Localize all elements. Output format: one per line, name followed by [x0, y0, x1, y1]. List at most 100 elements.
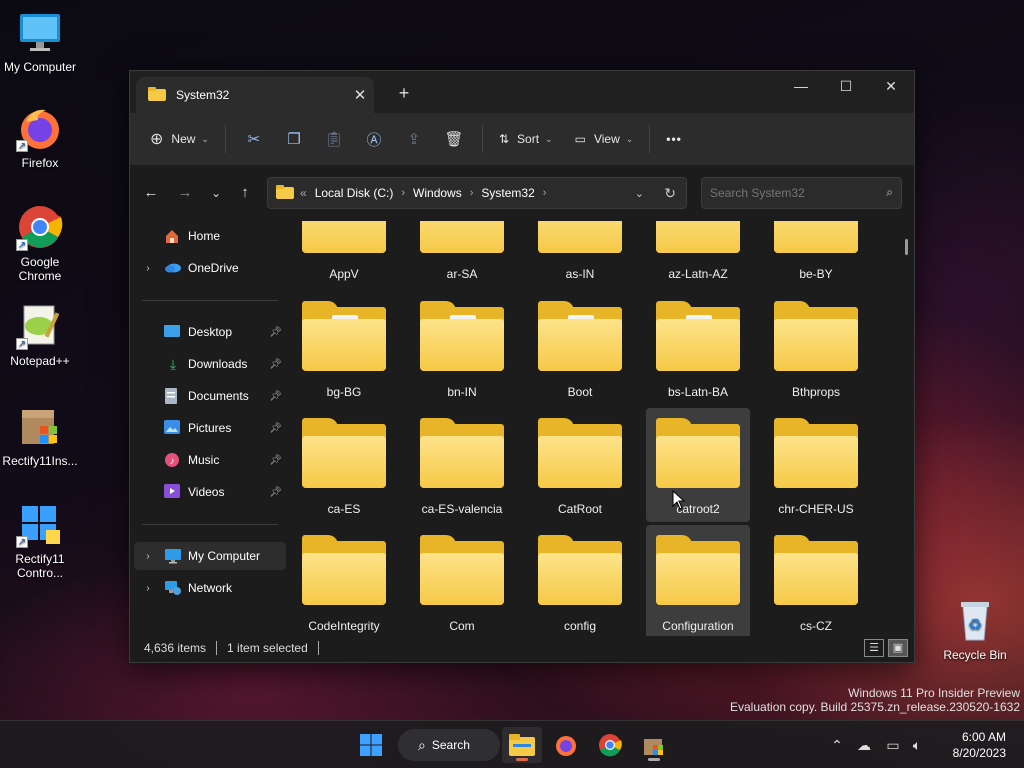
desktop-icon-recycle-bin[interactable]: ♻ Recycle Bin	[935, 596, 1015, 662]
sidebar-item-pictures[interactable]: Pictures 📌︎	[130, 414, 288, 442]
folder-item[interactable]: chr-CHER-US	[764, 408, 868, 522]
breadcrumb-local-disk[interactable]: Local Disk (C:)	[315, 186, 394, 200]
folder-item[interactable]: be-BY	[764, 221, 868, 287]
chevron-down-icon: ⌄	[625, 133, 634, 144]
folder-icon	[276, 184, 294, 202]
sidebar-item-desktop[interactable]: Desktop 📌︎	[130, 318, 288, 346]
pin-icon[interactable]: 📌︎	[269, 423, 282, 434]
folder-item[interactable]: Boot	[528, 291, 632, 405]
folder-item[interactable]: bg-BG	[292, 291, 396, 405]
chevron-up-icon[interactable]: ⌃	[826, 737, 848, 754]
desktop-icon-my-computer[interactable]: My Computer	[0, 8, 80, 74]
view-button[interactable]: ▭ View ⌄	[567, 123, 642, 155]
close-tab-icon[interactable]: ✕	[346, 86, 374, 104]
pin-icon[interactable]: 📌︎	[269, 455, 282, 466]
share-icon[interactable]: ⇪	[394, 123, 434, 155]
folder-item[interactable]: ca-ES-valencia	[410, 408, 514, 522]
taskbar-firefox[interactable]	[546, 727, 586, 763]
desktop-icon-chrome[interactable]: ↗ Google Chrome	[0, 203, 80, 283]
sidebar-item-onedrive[interactable]: › OneDrive	[130, 254, 288, 282]
breadcrumb-windows[interactable]: Windows	[413, 186, 462, 200]
sidebar-item-label: Desktop	[188, 325, 233, 339]
see-more-button[interactable]: •••	[658, 123, 690, 155]
details-view-icon[interactable]: ☰	[864, 639, 884, 657]
folder-item[interactable]: catroot2	[646, 408, 750, 522]
sidebar-item-label: Pictures	[188, 421, 232, 435]
vertical-scrollbar[interactable]	[905, 239, 908, 255]
pin-icon[interactable]: 📌︎	[269, 359, 282, 370]
back-arrow-icon[interactable]: ←	[139, 181, 163, 205]
pin-icon[interactable]: 📌︎	[269, 391, 282, 402]
sidebar-item-downloads[interactable]: ⤓ Downloads 📌︎	[130, 350, 288, 378]
folder-item[interactable]: bs-Latn-BA	[646, 291, 750, 405]
sidebar-item-music[interactable]: ♪ Music 📌︎	[130, 446, 288, 474]
cut-icon[interactable]: ✂	[234, 123, 274, 155]
view-layout-icon: ▭	[574, 132, 586, 146]
sidebar-item-videos[interactable]: Videos 📌︎	[130, 478, 288, 506]
folder-item[interactable]: config	[528, 525, 632, 636]
folder-name: Com	[449, 619, 475, 633]
system-tray: ⌃ ☁︎ ▭ 🔈︎	[826, 721, 928, 768]
sidebar-item-documents[interactable]: Documents 📌︎	[130, 382, 288, 410]
copy-icon[interactable]: ❐	[274, 123, 314, 155]
search-input[interactable]	[710, 186, 870, 200]
pin-icon[interactable]: 📌︎	[269, 487, 282, 498]
large-icons-view-icon[interactable]: ▣	[888, 639, 908, 657]
rename-icon[interactable]: Ⓐ	[354, 123, 394, 155]
folder-item[interactable]: cs-CZ	[764, 525, 868, 636]
desktop-icon-rectify11-installer[interactable]: Rectify11Ins...	[0, 402, 80, 468]
expand-chevron-icon[interactable]: ›	[140, 583, 156, 594]
folder-item[interactable]: CodeIntegrity	[292, 525, 396, 636]
delete-icon[interactable]: 🗑︎	[434, 123, 474, 155]
minimize-button[interactable]: —	[778, 71, 824, 103]
folder-icon	[538, 221, 622, 253]
maximize-button[interactable]: ☐	[823, 71, 869, 103]
sidebar-item-network[interactable]: › Network	[130, 574, 288, 602]
folder-item[interactable]: bn-IN	[410, 291, 514, 405]
forward-arrow-icon[interactable]: →	[173, 181, 197, 205]
folder-item[interactable]: Bthprops	[764, 291, 868, 405]
expand-chevron-icon[interactable]: ›	[140, 263, 156, 274]
breadcrumb-system32[interactable]: System32	[481, 186, 534, 200]
sidebar-item-my-computer[interactable]: › My Computer	[134, 542, 286, 570]
search-box[interactable]: ⌕	[701, 177, 902, 209]
desktop-icon-notepadpp[interactable]: ↗ Notepad++	[0, 302, 80, 368]
pin-icon[interactable]: 📌︎	[269, 327, 282, 338]
desktop-icon-rectify11-control[interactable]: ↗ Rectify11 Contro...	[0, 500, 80, 580]
folder-item[interactable]: ar-SA	[410, 221, 514, 287]
address-dropdown-icon[interactable]: ⌄	[635, 187, 644, 200]
cloud-icon	[164, 260, 182, 276]
toolbar-divider	[224, 125, 226, 153]
taskbar-chrome[interactable]	[590, 727, 630, 763]
taskbar-clock[interactable]: 6:00 AM 8/20/2023	[953, 729, 1006, 761]
folder-item[interactable]: ca-ES	[292, 408, 396, 522]
address-bar[interactable]: « Local Disk (C:) › Windows › System32 ›…	[267, 177, 687, 209]
close-window-button[interactable]: ✕	[868, 71, 914, 103]
start-button[interactable]	[351, 727, 391, 763]
breadcrumb-overflow[interactable]: «	[300, 186, 307, 200]
onedrive-offline-icon[interactable]: ☁︎	[848, 737, 880, 754]
expand-chevron-icon[interactable]: ›	[140, 551, 156, 562]
volume-icon[interactable]: 🔈︎	[906, 737, 928, 754]
new-button[interactable]: ⊕ New ⌄	[142, 123, 217, 155]
desktop-icon-firefox[interactable]: ↗ Firefox	[0, 104, 80, 170]
network-status-icon[interactable]: ▭	[880, 737, 906, 754]
folder-item[interactable]: Com	[410, 525, 514, 636]
taskbar-rectify11-installer[interactable]	[634, 727, 674, 763]
folder-name: AppV	[329, 267, 359, 281]
paste-icon[interactable]: 📋︎	[314, 123, 354, 155]
folder-item[interactable]: AppV	[292, 221, 396, 287]
tab-system32[interactable]: System32 ✕	[136, 77, 374, 113]
folder-item[interactable]: az-Latn-AZ	[646, 221, 750, 287]
recent-locations-chevron-icon[interactable]: ⌄	[204, 181, 228, 205]
sidebar-item-home[interactable]: Home	[130, 222, 288, 250]
folder-item[interactable]: as-IN	[528, 221, 632, 287]
taskbar-search-button[interactable]: ⌕ Search	[398, 729, 500, 761]
folder-item[interactable]: Configuration	[646, 525, 750, 636]
sort-button[interactable]: ⇅ Sort ⌄	[491, 123, 561, 155]
taskbar-file-explorer[interactable]	[502, 727, 542, 763]
refresh-icon[interactable]: ↻	[664, 185, 676, 202]
up-arrow-icon[interactable]: ↑	[233, 181, 257, 205]
new-tab-button[interactable]: +	[392, 83, 416, 104]
folder-item[interactable]: CatRoot	[528, 408, 632, 522]
